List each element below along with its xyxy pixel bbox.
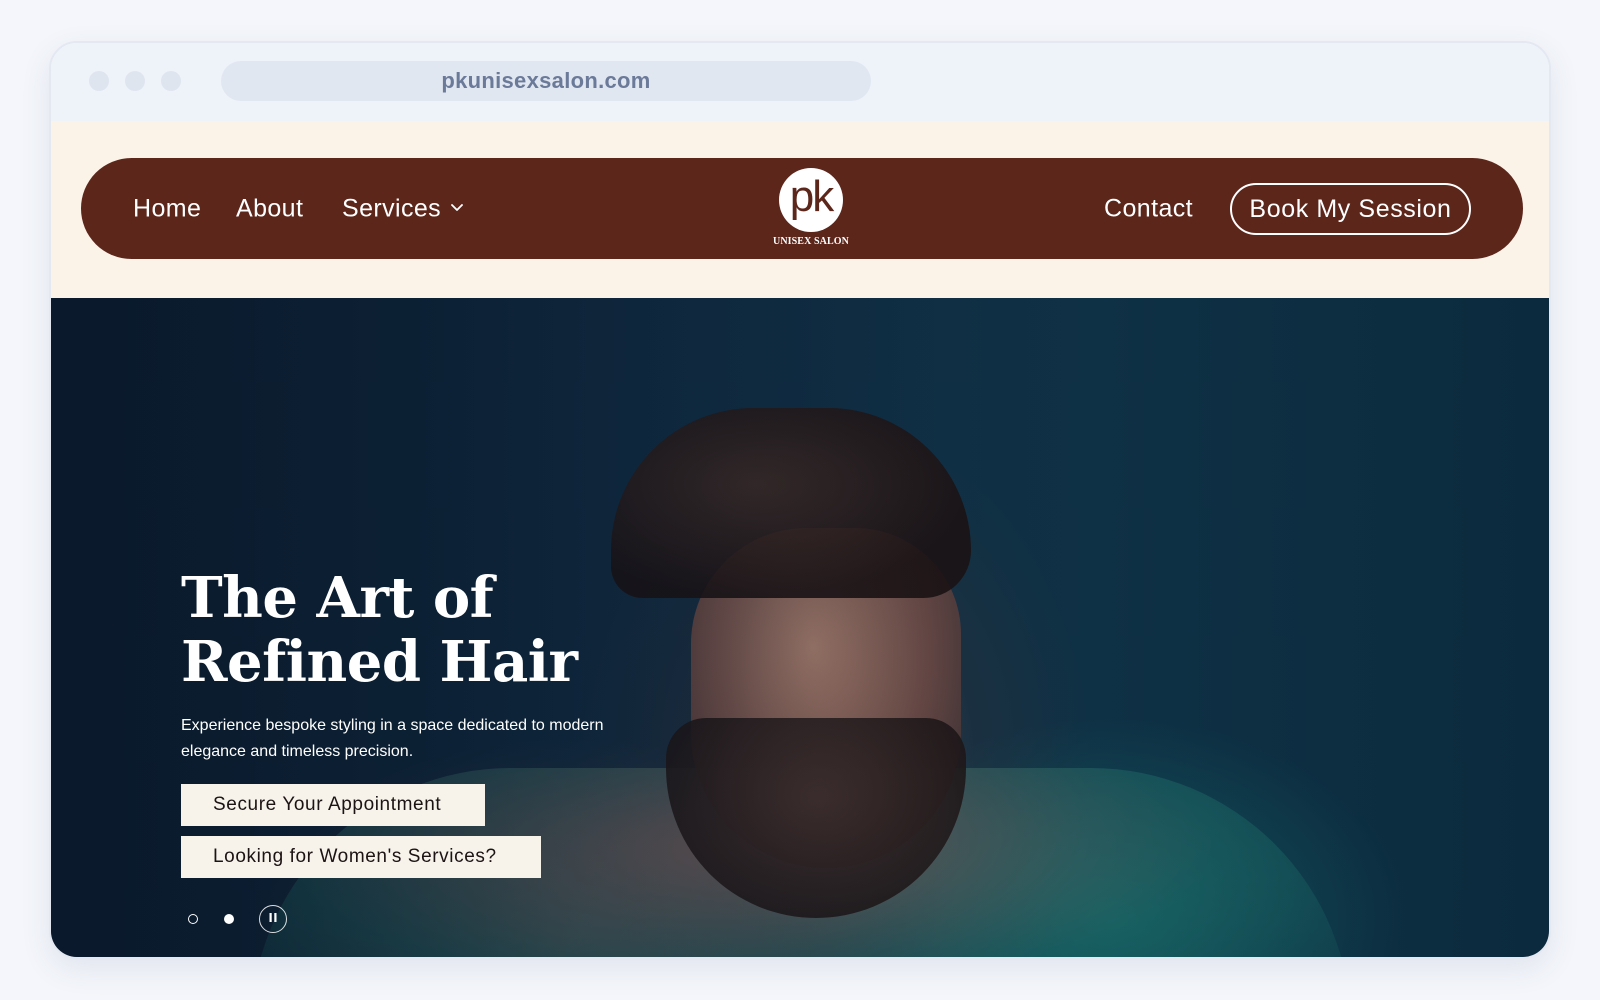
nav-services-label: Services [342,194,442,222]
chevron-down-icon [451,199,463,217]
header: Home About Services pk UNISEX SALON Cont… [51,121,1549,298]
slider-pause-button[interactable] [259,905,287,933]
main-navbar: Home About Services pk UNISEX SALON Cont… [81,158,1523,259]
url-text: pkunisexsalon.com [441,68,651,93]
browser-toolbar: pkunisexsalon.com [51,43,1549,121]
hero-banner: The Art of Refined Hair Experience bespo… [51,298,1549,957]
logo-subtitle: UNISEX SALON [773,236,849,247]
book-session-button[interactable]: Book My Session [1230,183,1471,235]
womens-services-button[interactable]: Looking for Women's Services? [181,836,541,878]
slide-dot-1[interactable] [188,914,198,924]
nav-home-link[interactable]: Home [133,194,201,223]
pause-icon [269,913,277,925]
salon-logo[interactable]: pk UNISEX SALON [771,168,851,250]
hero-subtitle: Experience bespoke styling in a space de… [181,717,604,760]
nav-about-link[interactable]: About [236,194,303,223]
slide-dot-2-active[interactable] [224,914,234,924]
browser-window: pkunisexsalon.com Home About Services pk… [49,41,1551,959]
logo-mark: pk [779,168,843,232]
window-close-dot[interactable] [89,71,109,91]
secure-appointment-button[interactable]: Secure Your Appointment [181,784,485,826]
nav-contact-link[interactable]: Contact [1104,194,1193,223]
window-minimize-dot[interactable] [125,71,145,91]
address-bar[interactable]: pkunisexsalon.com [221,61,871,101]
window-maximize-dot[interactable] [161,71,181,91]
hero-title: The Art of Refined Hair [181,565,578,695]
nav-services-dropdown[interactable]: Services [342,194,463,223]
